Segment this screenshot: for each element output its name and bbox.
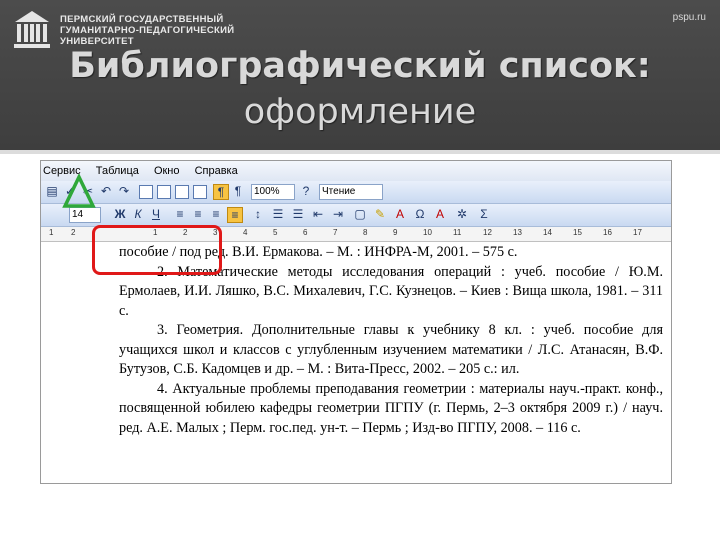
slide-title: Библиографический список: [69, 46, 651, 86]
menu-item-help[interactable]: Справка [195, 161, 238, 181]
bibliography-entry: 4. Актуальные проблемы преподавания геом… [119, 380, 663, 436]
underline-icon[interactable]: Ч [149, 207, 163, 221]
triangle-marker-icon [62, 174, 96, 208]
highlight-box [92, 225, 222, 275]
ruler-mark: 17 [633, 228, 642, 237]
sum-icon[interactable]: Σ [477, 207, 491, 221]
ruler-mark: 6 [303, 228, 308, 237]
menu-bar: Сервис Таблица Окно Справка [41, 161, 671, 181]
omega-icon[interactable]: Ω [413, 207, 427, 221]
justify-icon[interactable]: ≡ [227, 207, 243, 223]
ruler-mark: 14 [543, 228, 552, 237]
bold-icon[interactable]: Ж [113, 207, 127, 221]
print-icon[interactable]: ▤ [45, 184, 59, 198]
formatting-toolbar: 14 Ж К Ч ≡ ≡ ≡ ≡ ↕ ☰ ☰ ⇤ ⇥ ▢ ✎ A Ω A ✲ Σ [41, 204, 671, 227]
undo-icon[interactable]: ↶ [99, 184, 113, 198]
drawing-icon[interactable] [175, 185, 189, 199]
slide-header: ПЕРМСКИЙ ГОСУДАРСТВЕННЫЙ ГУМАНИТАРНО-ПЕД… [0, 0, 720, 150]
bullets-icon[interactable]: ☰ [291, 207, 305, 221]
menu-item-window[interactable]: Окно [154, 161, 180, 181]
text-color-icon[interactable]: A [433, 207, 447, 221]
borders-icon[interactable]: ▢ [353, 207, 367, 221]
pilcrow-icon[interactable]: ¶ [231, 184, 245, 198]
help-icon[interactable]: ? [299, 184, 313, 198]
font-color-icon[interactable]: A [393, 207, 407, 221]
numbering-icon[interactable]: ☰ [271, 207, 285, 221]
slide-subtitle: оформление [243, 92, 477, 132]
header-divider [0, 150, 720, 154]
ruler-mark: 11 [453, 228, 462, 237]
read-button[interactable]: Чтение [319, 184, 383, 200]
ruler-mark: 7 [333, 228, 338, 237]
increase-indent-icon[interactable]: ⇥ [331, 207, 345, 221]
ruler-mark: 4 [243, 228, 248, 237]
ruler-mark: 9 [393, 228, 398, 237]
align-center-icon[interactable]: ≡ [191, 207, 205, 221]
decrease-indent-icon[interactable]: ⇤ [311, 207, 325, 221]
ruler-mark: 13 [513, 228, 522, 237]
ruler-mark: 8 [363, 228, 368, 237]
ruler-mark: 15 [573, 228, 582, 237]
ruler-mark: 2 [71, 228, 76, 237]
ruler-mark: 12 [483, 228, 492, 237]
line-spacing-icon[interactable]: ↕ [251, 207, 265, 221]
highlight-icon[interactable]: ✎ [373, 207, 387, 221]
menu-item-table[interactable]: Таблица [96, 161, 139, 181]
site-url[interactable]: pspu.ru [673, 12, 706, 23]
align-right-icon[interactable]: ≡ [209, 207, 223, 221]
table-icon[interactable] [139, 185, 153, 199]
ruler-mark: 5 [273, 228, 278, 237]
ruler-mark: 16 [603, 228, 612, 237]
align-left-icon[interactable]: ≡ [173, 207, 187, 221]
show-formatting-icon[interactable]: ¶ [213, 184, 229, 200]
document-map-icon[interactable] [193, 185, 207, 199]
ruler-mark: 10 [423, 228, 432, 237]
ruler-mark: 1 [49, 228, 54, 237]
word-screenshot: Сервис Таблица Окно Справка ▤ ✓ ✂ ↶ ↷ ¶ … [40, 160, 672, 484]
standard-toolbar: ▤ ✓ ✂ ↶ ↷ ¶ ¶ 100% ? Чтение [41, 181, 671, 204]
symbol-icon[interactable]: ✲ [455, 207, 469, 221]
zoom-select[interactable]: 100% [251, 184, 295, 200]
university-name: ПЕРМСКИЙ ГОСУДАРСТВЕННЫЙ ГУМАНИТАРНО-ПЕД… [60, 14, 235, 47]
bibliography-entry: 3. Геометрия. Дополнительные главы к уче… [119, 322, 663, 377]
columns-icon[interactable] [157, 185, 171, 199]
redo-icon[interactable]: ↷ [117, 184, 131, 198]
italic-icon[interactable]: К [131, 207, 145, 221]
